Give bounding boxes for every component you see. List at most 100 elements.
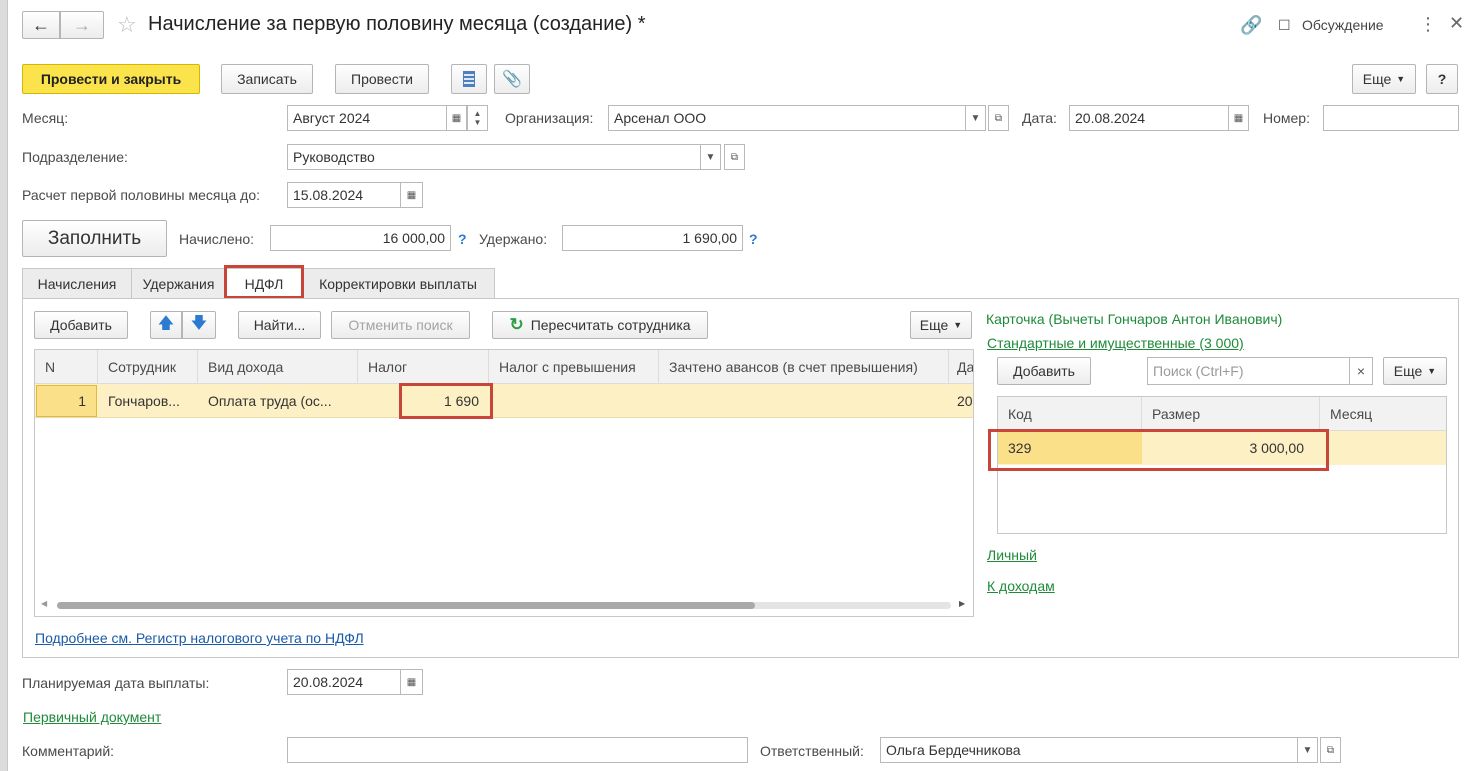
month-field[interactable]: Август 2024 — [287, 105, 447, 131]
comment-field[interactable] — [287, 737, 748, 763]
close-icon[interactable]: ✕ — [1449, 13, 1464, 34]
post-close-button[interactable]: Провести и закрыть — [22, 64, 200, 94]
scroll-left-icon[interactable]: ◀ — [41, 599, 47, 608]
column-header[interactable]: Размер — [1142, 397, 1320, 431]
column-header[interactable]: Вид дохода — [198, 350, 358, 384]
chevron-down-icon: ▼ — [953, 320, 963, 330]
more-label: Еще — [919, 317, 949, 333]
calc-label: Расчет первой половины месяца до: — [22, 187, 260, 203]
column-header[interactable]: Месяц — [1320, 397, 1446, 431]
forward-button[interactable]: → — [60, 11, 104, 39]
arrow-down-icon: 🡇 — [190, 314, 208, 332]
card-search-input[interactable]: Поиск (Ctrl+F) — [1147, 357, 1350, 385]
advances-cell[interactable] — [659, 385, 949, 417]
withheld-help-icon[interactable]: ? — [749, 231, 758, 247]
discussion-icon[interactable]: ☐ — [1278, 17, 1291, 34]
column-header[interactable]: Код — [998, 397, 1142, 431]
back-button[interactable]: ← — [22, 11, 60, 39]
help-button[interactable]: ? — [1426, 64, 1458, 94]
open-form-icon: ⧉ — [730, 151, 739, 163]
ndfl-more-button[interactable]: Еще ▼ — [910, 311, 972, 339]
find-button[interactable]: Найти... — [238, 311, 321, 339]
date-label: Дата: — [1022, 110, 1057, 126]
column-header[interactable]: N — [35, 350, 98, 384]
calendar-button[interactable]: ▦ — [446, 105, 467, 131]
refresh-icon: ↻ — [509, 315, 524, 334]
paydate-field[interactable]: 20.08.2024 — [287, 669, 401, 695]
more-label: Еще — [1393, 363, 1423, 379]
move-down-button[interactable]: 🡇 — [182, 311, 216, 339]
more-label: Еще — [1362, 71, 1392, 87]
highlight-deduction-row — [988, 429, 1329, 471]
calc-calendar-button[interactable]: ▦ — [400, 182, 423, 208]
column-header[interactable]: Да — [949, 350, 973, 384]
card-title: Карточка (Вычеты Гончаров Антон Иванович… — [986, 311, 1283, 327]
move-up-button[interactable]: 🡅 — [150, 311, 182, 339]
dept-open-button[interactable]: ⧉ — [724, 144, 745, 170]
attach-button[interactable]: 📎 — [494, 64, 530, 94]
tab-accruals[interactable]: Начисления — [22, 268, 132, 298]
link-icon[interactable]: 🔗 — [1240, 15, 1262, 36]
open-form-icon: ⧉ — [994, 112, 1003, 124]
withheld-field: 1 690,00 — [562, 225, 743, 251]
dept-field[interactable]: Руководство — [287, 144, 701, 170]
chevron-down-icon: ▼ — [1427, 366, 1437, 376]
cancel-search-button[interactable]: Отменить поиск — [331, 311, 470, 339]
responsible-dropdown-button[interactable]: ▼ — [1297, 737, 1318, 763]
clear-search-button[interactable]: × — [1349, 357, 1373, 385]
card-more-button[interactable]: Еще ▼ — [1383, 357, 1447, 385]
month-stepper[interactable]: ▲ ▼ — [467, 105, 488, 131]
column-header[interactable]: Налог с превышения — [489, 350, 659, 384]
org-field[interactable]: Арсенал ООО — [608, 105, 966, 131]
employee-cell[interactable]: Гончаров... — [98, 385, 198, 417]
document-list-icon — [463, 71, 475, 87]
date-cell[interactable]: 20 — [949, 385, 973, 417]
to-income-link[interactable]: К доходам — [987, 578, 1055, 594]
dept-dropdown-button[interactable]: ▼ — [700, 144, 721, 170]
save-button[interactable]: Записать — [221, 64, 313, 94]
paydate-calendar-button[interactable]: ▦ — [400, 669, 423, 695]
income-type-cell[interactable]: Оплата труда (ос... — [198, 385, 358, 417]
personal-link[interactable]: Личный — [987, 547, 1037, 563]
report-button[interactable] — [451, 64, 487, 94]
column-header[interactable]: Налог — [358, 350, 489, 384]
open-form-icon: ⧉ — [1326, 744, 1335, 756]
card-add-button[interactable]: Добавить — [997, 357, 1091, 385]
column-header[interactable]: Сотрудник — [98, 350, 198, 384]
scrollbar-thumb[interactable] — [57, 602, 755, 609]
org-label: Организация: — [505, 110, 594, 126]
tab-payment-corrections[interactable]: Корректировки выплаты — [301, 268, 495, 298]
accrued-help-icon[interactable]: ? — [458, 231, 467, 247]
primary-document-link[interactable]: Первичный документ — [23, 709, 161, 725]
star-icon[interactable]: ☆ — [117, 12, 137, 38]
org-open-button[interactable]: ⧉ — [988, 105, 1009, 131]
more-button[interactable]: Еще ▼ — [1352, 64, 1416, 94]
tax-excess-cell[interactable] — [489, 385, 659, 417]
calc-date-field[interactable]: 15.08.2024 — [287, 182, 401, 208]
responsible-open-button[interactable]: ⧉ — [1320, 737, 1341, 763]
ndfl-add-button[interactable]: Добавить — [34, 311, 128, 339]
scroll-right-icon[interactable]: ▶ — [959, 599, 965, 608]
column-header[interactable]: Зачтено авансов (в счет превышения) — [659, 350, 949, 384]
chevron-down-icon: ▼ — [1396, 74, 1406, 84]
discussion-link[interactable]: Обсуждение — [1302, 17, 1384, 33]
date-calendar-button[interactable]: ▦ — [1228, 105, 1249, 131]
tab-withholdings[interactable]: Удержания — [131, 268, 226, 298]
month-cell[interactable] — [1320, 432, 1446, 464]
number-field[interactable] — [1323, 105, 1459, 131]
more-vertical-icon[interactable]: ⋮ — [1419, 14, 1437, 35]
standard-deductions-link[interactable]: Стандартные и имущественные (3 000) — [987, 335, 1244, 351]
fill-button[interactable]: Заполнить — [22, 220, 167, 257]
arrow-up-icon: 🡅 — [157, 314, 175, 332]
post-button[interactable]: Провести — [335, 64, 429, 94]
paperclip-icon: 📎 — [502, 71, 522, 88]
withheld-label: Удержано: — [479, 231, 548, 247]
ndfl-register-link[interactable]: Подробнее см. Регистр налогового учета п… — [35, 630, 364, 646]
row-number-cell[interactable]: 1 — [36, 385, 97, 417]
org-dropdown-button[interactable]: ▼ — [965, 105, 986, 131]
responsible-field[interactable]: Ольга Бердечникова — [880, 737, 1298, 763]
calendar-icon: ▦ — [1233, 112, 1244, 124]
date-field[interactable]: 20.08.2024 — [1069, 105, 1229, 131]
recalc-employee-button[interactable]: ↻ Пересчитать сотрудника — [492, 311, 708, 339]
accrued-field: 16 000,00 — [270, 225, 451, 251]
